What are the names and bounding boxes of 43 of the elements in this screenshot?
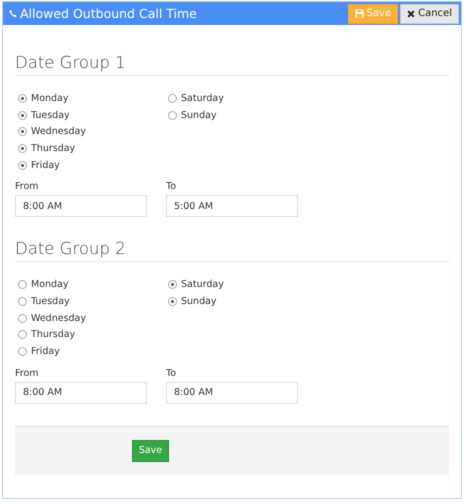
radio-button[interactable] — [168, 280, 177, 290]
day-label: Tuesday — [31, 110, 70, 121]
day-label: Monday — [31, 279, 69, 290]
day-label: Monday — [31, 92, 69, 104]
day-label: Saturday — [181, 279, 224, 290]
time-field[interactable]: 8:00 AM — [166, 382, 298, 404]
radio-button[interactable] — [168, 296, 177, 306]
radio-button[interactable] — [18, 144, 27, 153]
section-heading: Date Group 1 — [15, 53, 449, 76]
day-label: Wednesday — [31, 126, 86, 138]
radio-button[interactable] — [168, 110, 177, 120]
field-label: From — [15, 181, 40, 192]
radio-button[interactable] — [18, 280, 27, 290]
day-label: Sunday — [181, 110, 217, 121]
field-label: To — [166, 181, 178, 192]
radio-button[interactable] — [168, 94, 177, 103]
day-label: Friday — [31, 160, 60, 171]
window-title: Allowed Outbound Call Time — [20, 6, 197, 21]
day-label: Saturday — [181, 92, 224, 104]
day-label: Thursday — [31, 329, 76, 340]
radio-button[interactable] — [18, 110, 27, 120]
time-field[interactable]: 8:00 AM — [15, 195, 147, 218]
close-icon — [407, 10, 416, 18]
radio-button[interactable] — [18, 314, 27, 323]
radio-button[interactable] — [18, 347, 27, 356]
radio-button[interactable] — [18, 94, 27, 103]
time-field[interactable]: 5:00 AM — [166, 195, 298, 218]
radio-button[interactable] — [18, 160, 27, 170]
phone-icon — [9, 9, 17, 18]
day-label: Wednesday — [31, 312, 86, 324]
radio-button[interactable] — [18, 296, 27, 306]
day-label: Sunday — [181, 296, 217, 307]
day-label: Tuesday — [31, 296, 70, 307]
field-label: From — [15, 368, 40, 379]
cancel-button[interactable]: Cancel — [400, 4, 459, 24]
day-label: Thursday — [31, 142, 76, 154]
time-field[interactable]: 8:00 AM — [15, 382, 147, 404]
floppy-icon — [354, 9, 364, 18]
field-label: To — [166, 368, 178, 379]
day-label: Friday — [31, 346, 60, 358]
radio-button[interactable] — [18, 330, 27, 340]
radio-button[interactable] — [18, 127, 27, 136]
section-heading: Date Group 2 — [15, 239, 449, 262]
